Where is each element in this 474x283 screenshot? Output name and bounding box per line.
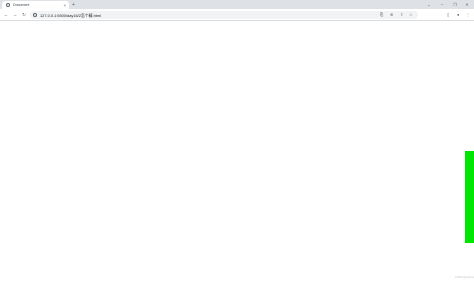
- globe-icon: [6, 3, 10, 7]
- tab-document[interactable]: Document ×: [2, 1, 69, 9]
- new-tab-button[interactable]: +: [72, 2, 75, 8]
- reload-button[interactable]: ↻: [21, 12, 27, 18]
- tab-strip: Document × + ⌄ – ❐ ✕: [0, 0, 474, 9]
- tab-search-chevron-icon[interactable]: ⌄: [424, 1, 434, 8]
- forward-button[interactable]: →: [12, 12, 18, 18]
- url-text[interactable]: 127.0.0.1:5500/day16/2怎个精.html: [40, 13, 101, 18]
- tab-title: Document: [13, 3, 30, 7]
- site-info-icon[interactable]: [33, 12, 37, 17]
- menu-icon[interactable]: ⋮: [466, 12, 470, 18]
- share-icon[interactable]: ⇪: [400, 12, 403, 18]
- watermark-text: CSDN @Genius: [455, 276, 474, 279]
- side-panel-icon[interactable]: ▯: [447, 12, 449, 18]
- page-viewport: [0, 21, 474, 283]
- tab-close-button[interactable]: ×: [64, 3, 66, 8]
- zoom-icon[interactable]: ⊕: [390, 12, 393, 18]
- translate-icon[interactable]: ⎘: [380, 12, 383, 18]
- green-box: [465, 151, 474, 243]
- back-button[interactable]: ←: [3, 12, 9, 18]
- bookmark-star-icon[interactable]: ☆: [409, 12, 413, 18]
- close-window-button[interactable]: ✕: [462, 1, 472, 8]
- address-bar[interactable]: 127.0.0.1:5500/day16/2怎个精.html ⎘ ⊕ ⇪ ☆: [30, 11, 418, 19]
- minimize-button[interactable]: –: [437, 1, 447, 8]
- maximize-button[interactable]: ❐: [450, 1, 460, 8]
- browser-toolbar: ← → ↻ 127.0.0.1:5500/day16/2怎个精.html ⎘ ⊕…: [0, 9, 474, 21]
- profile-avatar-icon[interactable]: ●: [457, 12, 459, 18]
